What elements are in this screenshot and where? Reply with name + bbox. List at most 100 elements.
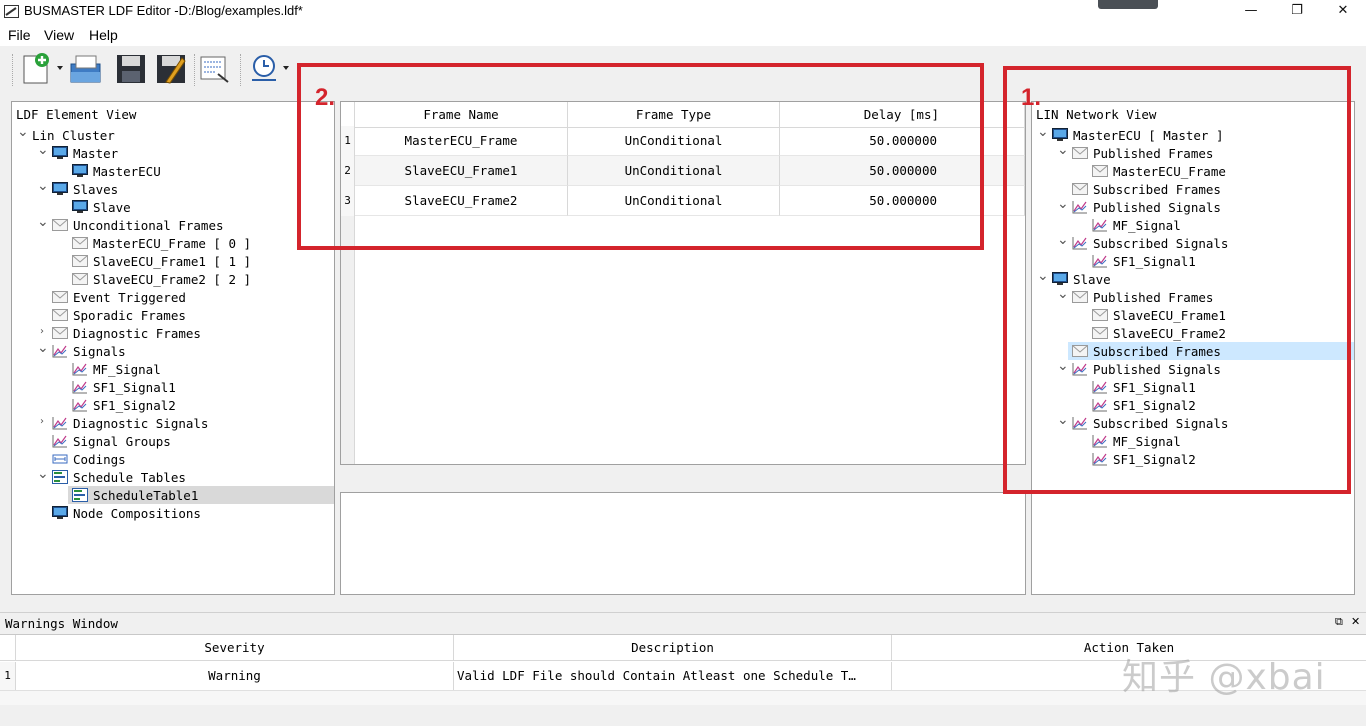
frame-icon bbox=[52, 290, 68, 304]
tree-item[interactable]: Diagnostic Signals bbox=[52, 414, 208, 432]
tree-item[interactable]: Schedule Tables bbox=[52, 468, 186, 486]
column-header-severity[interactable]: Severity bbox=[16, 635, 454, 661]
tree-item-label: Codings bbox=[73, 451, 126, 467]
tree-item[interactable]: Slaves bbox=[52, 180, 118, 198]
close-button[interactable]: ✕ bbox=[1320, 0, 1366, 24]
minimize-button[interactable]: — bbox=[1228, 0, 1274, 24]
frame-icon bbox=[52, 308, 68, 322]
row-header-filler bbox=[341, 216, 355, 464]
frame-icon bbox=[72, 236, 88, 250]
toolbar-separator bbox=[194, 54, 195, 86]
tree-item-label: MasterECU bbox=[93, 163, 161, 179]
tree-item-label: Node Compositions bbox=[73, 505, 201, 521]
menu-view[interactable]: View bbox=[44, 27, 74, 43]
signal-icon bbox=[72, 362, 88, 376]
tree-item[interactable]: SF1_Signal1 bbox=[72, 378, 176, 396]
tree-item[interactable]: Signal Groups bbox=[52, 432, 171, 450]
warnings-window-titlebar: Warnings Window ⧉ ✕ bbox=[0, 612, 1366, 632]
annotation-box-2 bbox=[297, 63, 984, 250]
tree-item[interactable]: SF1_Signal2 bbox=[72, 396, 176, 414]
expand-arrow-icon[interactable]: › bbox=[37, 327, 47, 337]
annotation-box-1 bbox=[1003, 66, 1351, 494]
column-header-description[interactable]: Description bbox=[454, 635, 892, 661]
menu-bar: File View Help bbox=[0, 24, 1366, 46]
tree-item-label: Slaves bbox=[73, 181, 119, 197]
save-as-icon[interactable] bbox=[154, 52, 188, 86]
collapse-arrow-icon[interactable]: ⌄ bbox=[17, 125, 29, 139]
ecu-icon bbox=[72, 164, 88, 178]
ecu-icon bbox=[52, 182, 68, 196]
tree-item[interactable]: Node Compositions bbox=[52, 504, 201, 522]
tree-item-label: ScheduleTable1 bbox=[93, 487, 199, 503]
signal-icon bbox=[52, 416, 68, 430]
tree-item[interactable]: Sporadic Frames bbox=[52, 306, 186, 324]
collapse-arrow-icon[interactable]: ⌄ bbox=[37, 143, 49, 157]
tree-item[interactable]: Unconditional Frames bbox=[52, 216, 224, 234]
menu-help[interactable]: Help bbox=[89, 27, 118, 43]
signal-icon bbox=[52, 434, 68, 448]
expand-arrow-icon[interactable]: › bbox=[37, 417, 47, 427]
tree-item-label: SF1_Signal1 bbox=[93, 379, 176, 395]
tree-item-label: Signals bbox=[73, 343, 126, 359]
tree-item-label: Event Triggered bbox=[73, 289, 186, 305]
toolbar-separator bbox=[240, 54, 241, 86]
toolbar-separator bbox=[12, 54, 13, 86]
tree-item[interactable]: Codings bbox=[52, 450, 126, 468]
schedule-icon[interactable] bbox=[246, 52, 280, 86]
ldf-element-view-panel: LDF Element View Lin Cluster ⌄ Master ⌄ Mast… bbox=[11, 101, 335, 595]
tree-item[interactable]: Event Triggered bbox=[52, 288, 186, 306]
collapse-arrow-icon[interactable]: ⌄ bbox=[37, 341, 49, 355]
float-icon[interactable]: ⧉ bbox=[1335, 615, 1343, 629]
menu-file[interactable]: File bbox=[8, 27, 31, 43]
close-icon[interactable]: ✕ bbox=[1351, 615, 1360, 628]
collapse-arrow-icon[interactable]: ⌄ bbox=[37, 215, 49, 229]
tree-item-label: MF_Signal bbox=[93, 361, 161, 377]
restore-button[interactable]: ❐ bbox=[1274, 0, 1320, 24]
tree-item[interactable]: SlaveECU_Frame2 [ 2 ] bbox=[72, 270, 251, 288]
save-icon[interactable] bbox=[114, 52, 148, 86]
tree-item-label: Slave bbox=[93, 199, 131, 215]
tree-item[interactable]: MF_Signal bbox=[72, 360, 161, 378]
schedule-table-icon bbox=[52, 470, 68, 484]
collapse-arrow-icon[interactable]: ⌄ bbox=[37, 179, 49, 193]
ecu-icon bbox=[52, 146, 68, 160]
schedule-table-icon bbox=[72, 488, 88, 502]
signal-icon bbox=[72, 398, 88, 412]
schedule-dropdown-arrow[interactable] bbox=[283, 66, 289, 70]
watermark: 知乎 @xbai bbox=[1122, 657, 1326, 698]
tree-item[interactable]: Signals bbox=[52, 342, 126, 360]
tree-item[interactable]: Master bbox=[52, 144, 118, 162]
frame-icon bbox=[52, 218, 68, 232]
new-dropdown-arrow[interactable] bbox=[57, 66, 63, 70]
open-icon[interactable] bbox=[68, 52, 102, 86]
tree-item-label: Master bbox=[73, 145, 119, 161]
ecu-icon bbox=[52, 506, 68, 520]
tree-item[interactable]: MasterECU_Frame [ 0 ] bbox=[72, 234, 251, 252]
details-panel bbox=[340, 492, 1026, 595]
export-icon[interactable] bbox=[198, 52, 232, 86]
window-title: BUSMASTER LDF Editor -D:/Blog/examples.l… bbox=[24, 3, 303, 18]
tree-item-label: Unconditional Frames bbox=[73, 217, 224, 233]
app-icon bbox=[4, 5, 19, 18]
tree-item[interactable]: ScheduleTable1 bbox=[68, 486, 334, 504]
tree-item-label: Signal Groups bbox=[73, 433, 171, 449]
tree-item[interactable]: Slave bbox=[72, 198, 131, 216]
annotation-label-2: 2. bbox=[315, 84, 336, 111]
signal-icon bbox=[72, 380, 88, 394]
tree-item-label: SlaveECU_Frame1 [ 1 ] bbox=[93, 253, 252, 269]
tree-item[interactable]: Diagnostic Frames bbox=[52, 324, 201, 342]
tree-item[interactable]: SlaveECU_Frame1 [ 1 ] bbox=[72, 252, 251, 270]
frame-icon bbox=[72, 272, 88, 286]
warning-description-cell[interactable]: Valid LDF File should Contain Atleast on… bbox=[454, 662, 892, 690]
tree-item-label: Diagnostic Frames bbox=[73, 325, 201, 341]
frame-icon bbox=[52, 326, 68, 340]
title-bar: BUSMASTER LDF Editor -D:/Blog/examples.l… bbox=[0, 0, 1366, 24]
tray-widget bbox=[1098, 0, 1158, 9]
collapse-arrow-icon[interactable]: ⌄ bbox=[37, 467, 49, 481]
new-icon[interactable] bbox=[20, 52, 54, 86]
warning-row-number[interactable]: 1 bbox=[0, 662, 16, 690]
tree-item[interactable]: MasterECU bbox=[72, 162, 161, 180]
warning-severity-cell[interactable]: Warning bbox=[16, 662, 454, 690]
warnings-window-title: Warnings Window bbox=[5, 616, 118, 631]
warnings-corner bbox=[0, 635, 16, 661]
